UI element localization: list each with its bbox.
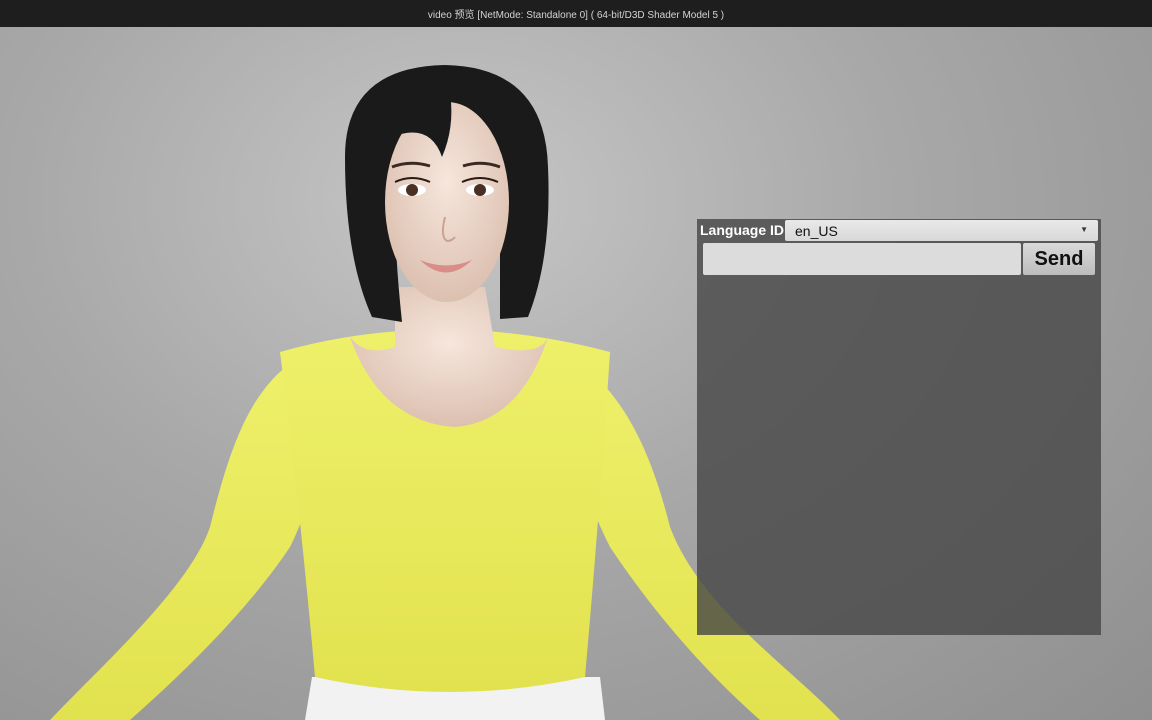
chevron-down-icon: ▼ xyxy=(1080,225,1088,234)
chat-panel: Language ID: en_US ▼ Send xyxy=(697,219,1101,635)
game-window: video 预览 [NetMode: Standalone 0] ( 64-bi… xyxy=(0,0,1152,720)
window-title: video 预览 [NetMode: Standalone 0] ( 64-bi… xyxy=(427,10,725,21)
language-selected-value: en_US xyxy=(795,222,838,239)
language-dropdown[interactable]: en_US ▼ xyxy=(785,220,1098,241)
send-button[interactable]: Send xyxy=(1023,243,1095,275)
window-titlebar: video 预览 [NetMode: Standalone 0] ( 64-bi… xyxy=(0,0,1152,27)
message-input[interactable] xyxy=(703,243,1021,275)
language-label: Language ID: xyxy=(700,222,789,238)
character-left-arm xyxy=(50,357,320,720)
